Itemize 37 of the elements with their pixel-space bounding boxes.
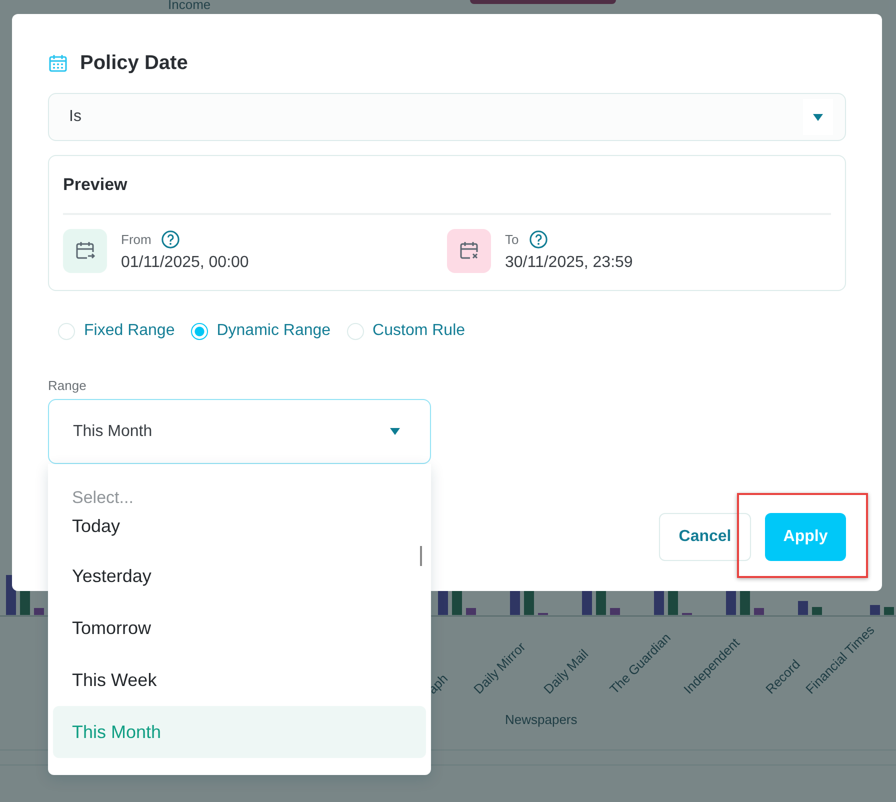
caret-icon (390, 428, 400, 435)
help-icon[interactable] (161, 230, 180, 249)
chart-bar (798, 601, 808, 615)
chart-bar (610, 608, 620, 615)
dialog-title: Policy Date (80, 52, 188, 74)
dropdown-option[interactable]: Tomorrow (53, 602, 426, 654)
chart-bar (870, 605, 880, 615)
to-label: To (505, 232, 519, 247)
range-dropdown[interactable]: This Month (48, 399, 431, 464)
dropdown-option[interactable]: Today (53, 516, 426, 550)
chart-bar (754, 608, 764, 615)
preview-title: Preview (63, 175, 831, 215)
to-value: 30/11/2025, 23:59 (505, 254, 633, 272)
radio-label[interactable]: Custom Rule (372, 322, 466, 340)
dropdown-option[interactable]: This Week (53, 654, 426, 706)
radio-label[interactable]: Fixed Range (84, 322, 175, 340)
range-label: Range (48, 378, 88, 393)
dropdown-option[interactable]: This Month (53, 706, 426, 758)
chart-bar (812, 607, 822, 615)
radio-label[interactable]: Dynamic Range (216, 322, 331, 340)
legend-label: Income (168, 0, 211, 12)
chart-bar (34, 608, 44, 615)
chart-bar (466, 608, 476, 615)
axis-title: Newspapers (505, 712, 578, 727)
axis-label: aph (424, 670, 451, 697)
search-field[interactable]: Select... (53, 488, 426, 508)
caret-icon (813, 114, 823, 120)
chart-bar (884, 607, 894, 615)
calendar-x-icon (447, 229, 491, 273)
dialog-button[interactable]: Cancel (659, 513, 751, 561)
help-icon[interactable] (528, 230, 548, 249)
calendar-icon (48, 53, 68, 73)
dropdown-option[interactable]: Yesterday (53, 550, 426, 602)
from-label: From (121, 232, 152, 247)
operator-dropdown[interactable]: Is (48, 93, 846, 141)
from-value: 01/11/2025, 00:00 (121, 254, 249, 272)
radio-button[interactable] (190, 322, 208, 340)
